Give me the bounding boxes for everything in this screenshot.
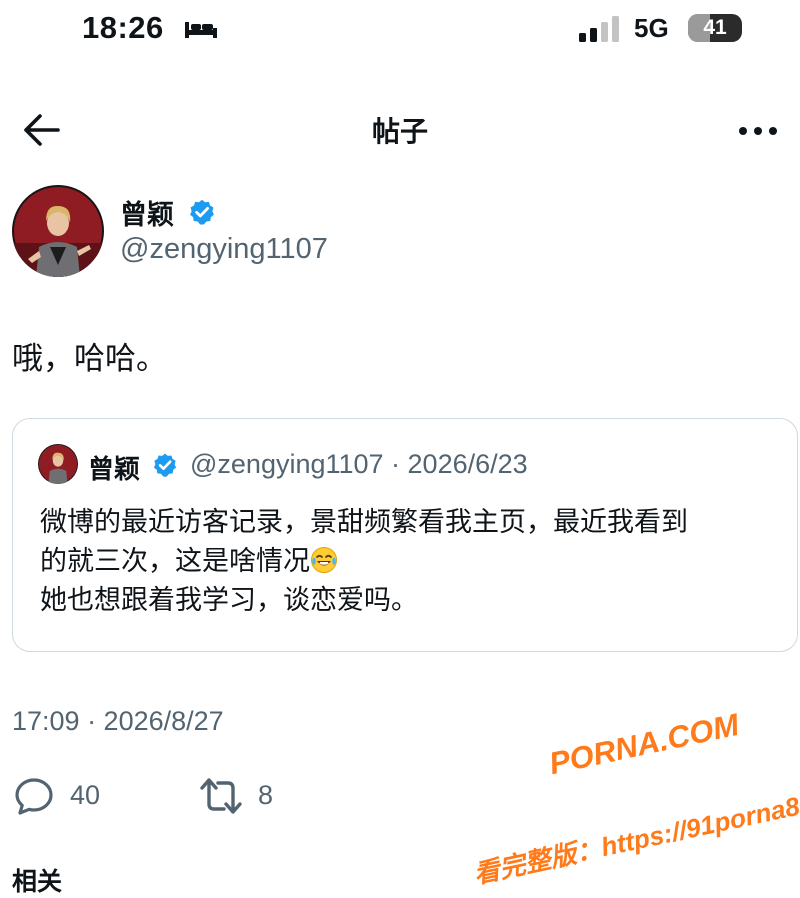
battery-icon: 41 xyxy=(688,14,742,42)
quoted-line-2: 的就三次，这是啥情况 xyxy=(40,546,310,576)
author-name[interactable]: 曾颖 xyxy=(120,193,174,232)
quoted-line-2-wrap: 的就三次，这是啥情况 xyxy=(40,542,788,581)
sleep-mode-bed-icon xyxy=(185,22,217,38)
quoted-author-avatar xyxy=(38,444,78,484)
verified-badge-icon xyxy=(190,199,214,225)
reply-count[interactable]: 40 xyxy=(70,780,100,811)
related-section-heading: 相关 xyxy=(12,868,63,896)
network-type: 5G xyxy=(634,13,669,43)
retweet-count[interactable]: 8 xyxy=(258,780,273,811)
cellular-signal-icon xyxy=(579,16,619,42)
tears-of-joy-emoji-icon xyxy=(311,547,337,573)
more-options-icon[interactable] xyxy=(738,126,778,136)
quoted-handle-date: @zengying1107 · 2026/6/23 xyxy=(190,449,528,479)
battery-level: 41 xyxy=(703,16,727,39)
watermark-url: 看完整版：https://91porna81.com xyxy=(471,775,800,890)
quoted-author-name: 曾颖 xyxy=(88,454,141,484)
reply-icon[interactable] xyxy=(14,777,54,815)
author-avatar[interactable] xyxy=(12,185,104,277)
status-time: 18:26 xyxy=(82,10,164,45)
post-timestamp: 17:09 · 2026/8/27 xyxy=(12,706,224,736)
post-text: 哦，哈哈。 xyxy=(12,341,167,376)
author-handle[interactable]: @zengying1107 xyxy=(120,233,328,266)
verified-badge-icon xyxy=(153,453,177,477)
quoted-line-3: 她也想跟着我学习，谈恋爱吗。 xyxy=(40,585,418,615)
quoted-line-1: 微博的最近访客记录，景甜频繁看我主页，最近我看到 xyxy=(40,507,688,537)
page-title: 帖子 xyxy=(371,116,428,147)
quoted-post-body: 微博的最近访客记录，景甜频繁看我主页，最近我看到 的就三次，这是啥情况 她也想跟… xyxy=(40,503,788,620)
watermark-brand: PORNA.COM xyxy=(546,706,742,782)
retweet-icon[interactable] xyxy=(198,776,244,816)
